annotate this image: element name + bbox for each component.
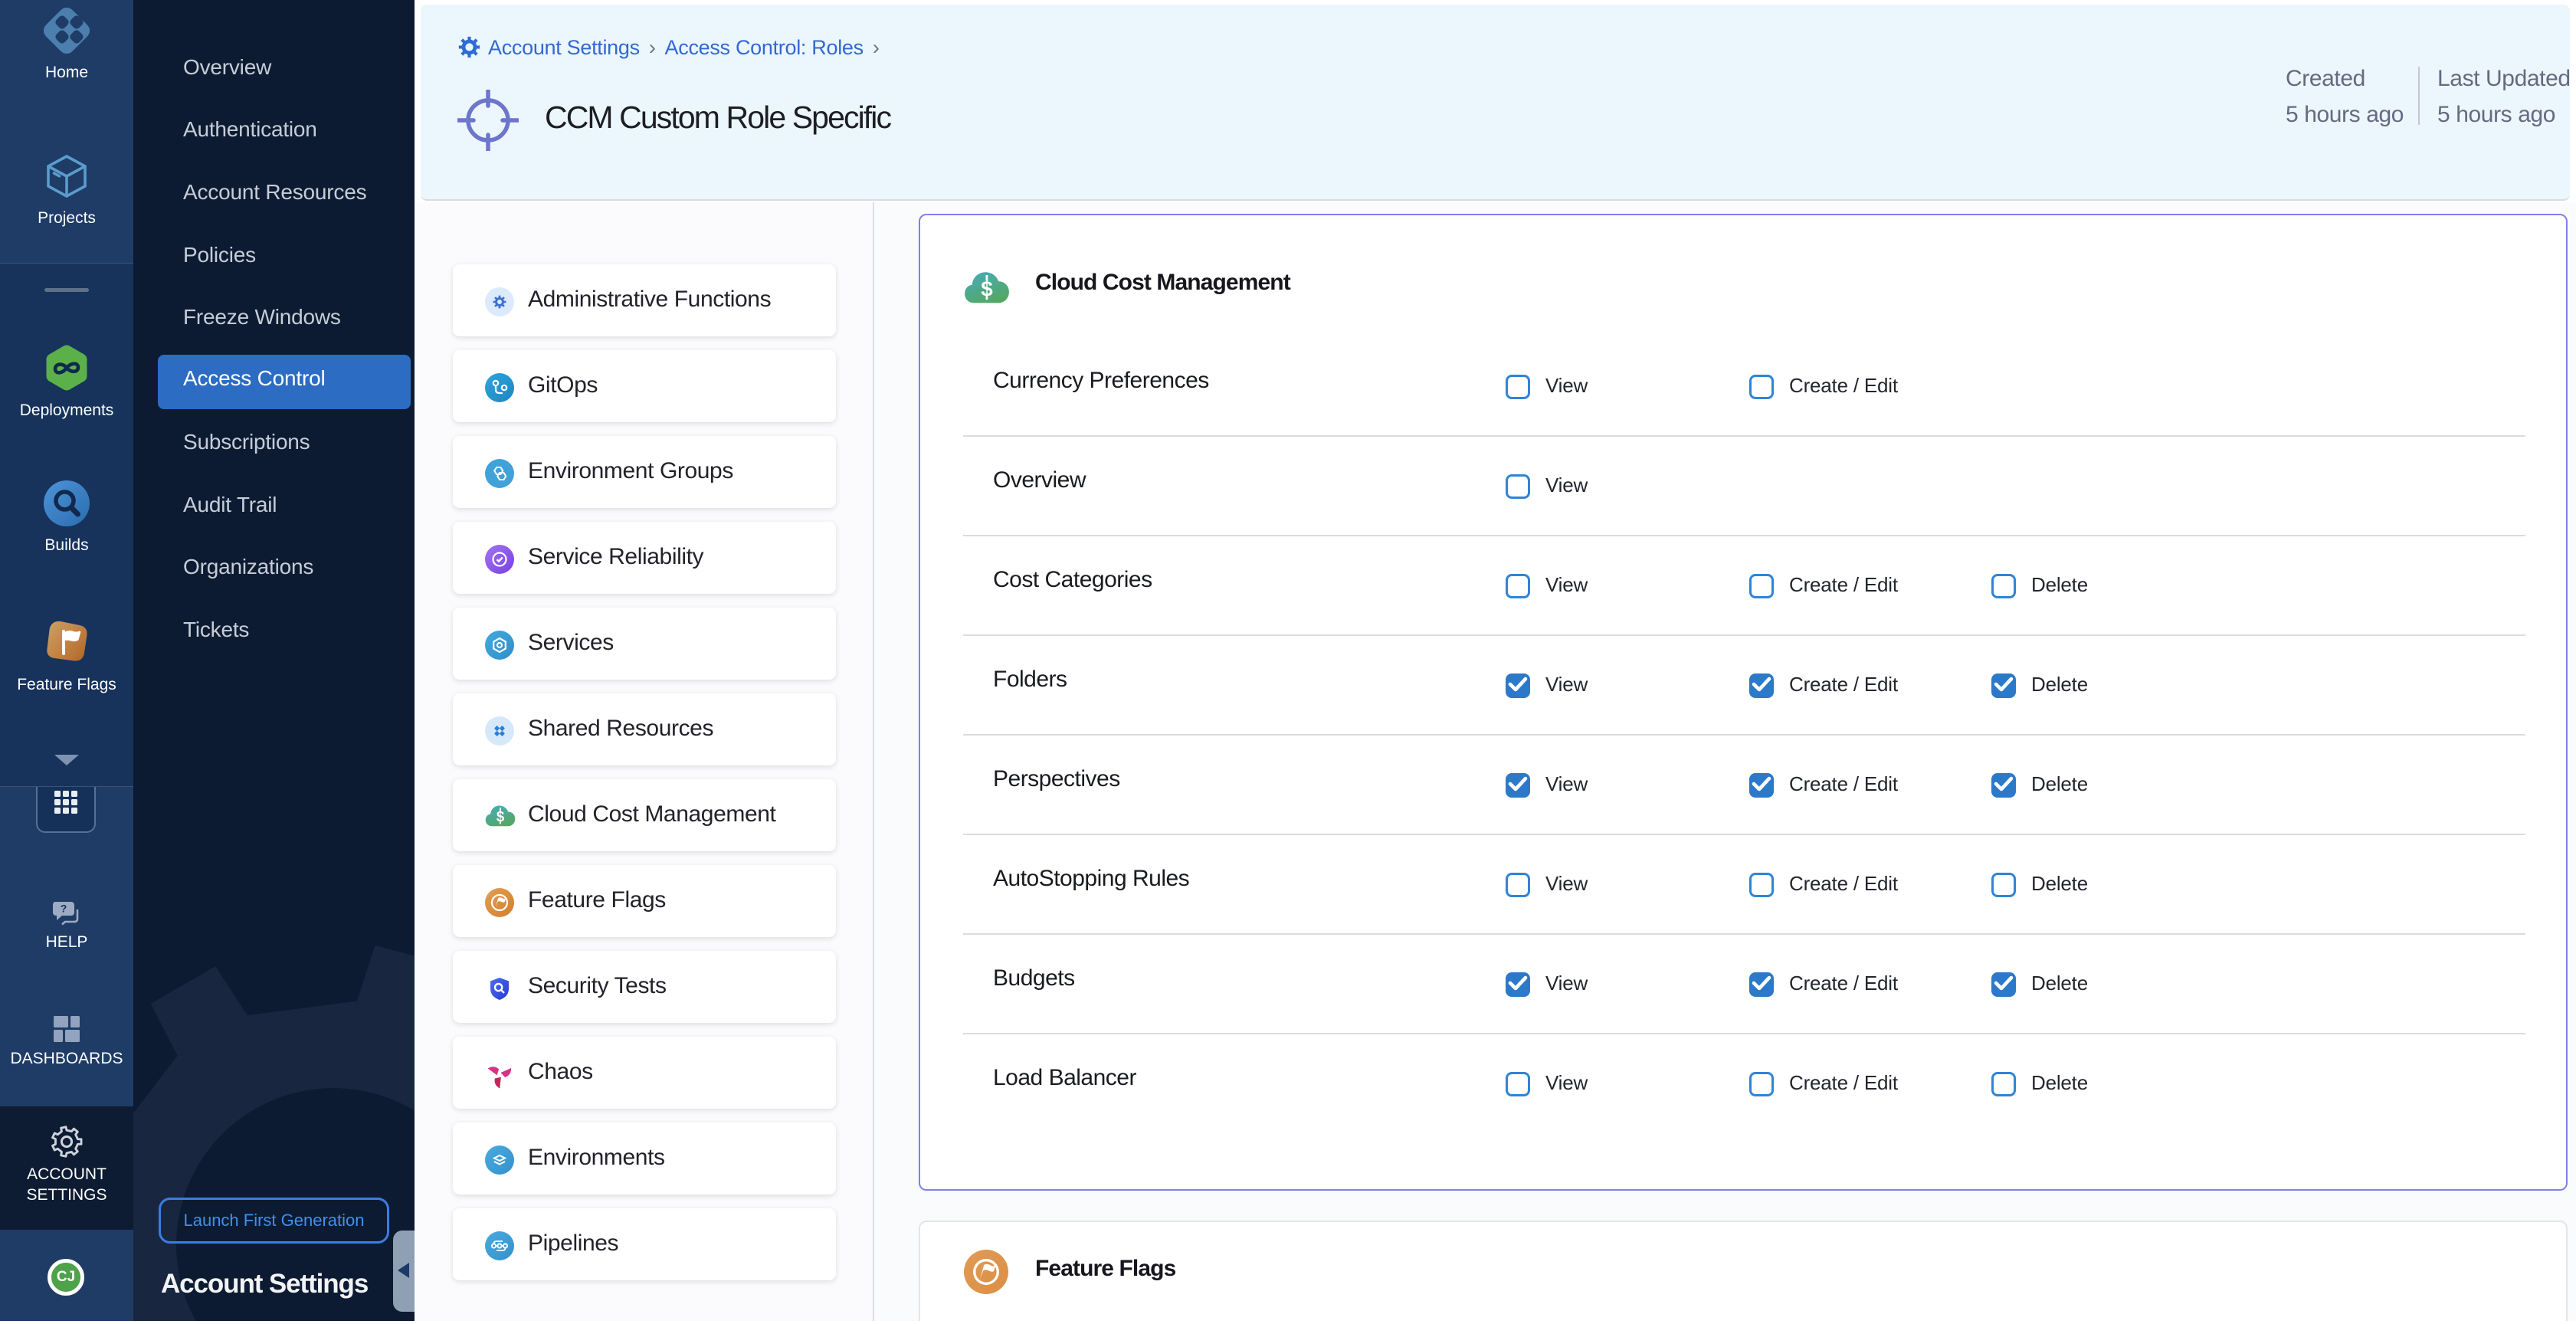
svg-text:?: ?	[61, 903, 67, 915]
